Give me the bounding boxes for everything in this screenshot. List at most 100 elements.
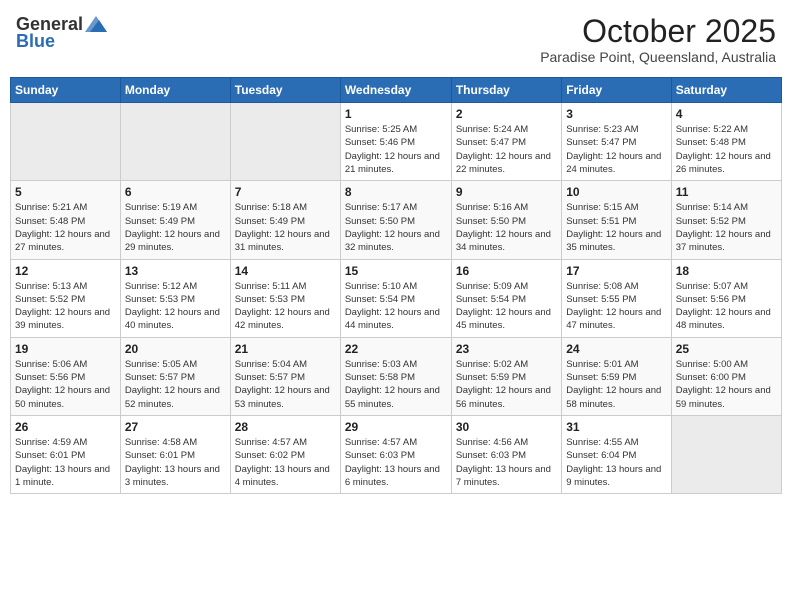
day-content: Sunrise: 5:00 AMSunset: 6:00 PMDaylight:… (676, 358, 777, 411)
day-number: 21 (235, 342, 336, 356)
day-header-monday: Monday (120, 78, 230, 103)
day-number: 6 (125, 185, 226, 199)
day-number: 7 (235, 185, 336, 199)
calendar-week-row: 12 Sunrise: 5:13 AMSunset: 5:52 PMDayligh… (11, 259, 782, 337)
calendar-cell: 20 Sunrise: 5:05 AMSunset: 5:57 PMDayligh… (120, 337, 230, 415)
calendar-cell (230, 103, 340, 181)
day-content: Sunrise: 5:04 AMSunset: 5:57 PMDaylight:… (235, 358, 336, 411)
day-content: Sunrise: 5:07 AMSunset: 5:56 PMDaylight:… (676, 280, 777, 333)
day-number: 28 (235, 420, 336, 434)
day-content: Sunrise: 5:08 AMSunset: 5:55 PMDaylight:… (566, 280, 666, 333)
calendar-cell (120, 103, 230, 181)
calendar-table: SundayMondayTuesdayWednesdayThursdayFrid… (10, 77, 782, 494)
calendar-cell: 15Sunrise: 5:10 AMSunset: 5:54 PMDayligh… (340, 259, 451, 337)
day-number: 30 (456, 420, 557, 434)
calendar-cell: 31 Sunrise: 4:55 AMSunset: 6:04 PMDayligh… (562, 415, 671, 493)
calendar-cell: 27 Sunrise: 4:58 AMSunset: 6:01 PMDayligh… (120, 415, 230, 493)
calendar-cell: 17 Sunrise: 5:08 AMSunset: 5:55 PMDayligh… (562, 259, 671, 337)
day-content: Sunrise: 5:06 AMSunset: 5:56 PMDaylight:… (15, 358, 116, 411)
day-content: Sunrise: 5:01 AMSunset: 5:59 PMDaylight:… (566, 358, 666, 411)
calendar-cell: 21 Sunrise: 5:04 AMSunset: 5:57 PMDayligh… (230, 337, 340, 415)
day-header-friday: Friday (562, 78, 671, 103)
day-content: Sunrise: 4:57 AMSunset: 6:03 PMDaylight:… (345, 436, 447, 489)
day-number: 25 (676, 342, 777, 356)
calendar-cell: 22Sunrise: 5:03 AMSunset: 5:58 PMDayligh… (340, 337, 451, 415)
day-content: Sunrise: 4:58 AMSunset: 6:01 PMDaylight:… (125, 436, 226, 489)
calendar-cell: 19 Sunrise: 5:06 AMSunset: 5:56 PMDayligh… (11, 337, 121, 415)
calendar-cell (11, 103, 121, 181)
day-number: 13 (125, 264, 226, 278)
day-content: Sunrise: 5:25 AMSunset: 5:46 PMDaylight:… (345, 123, 447, 176)
calendar-week-row: 26 Sunrise: 4:59 AMSunset: 6:01 PMDayligh… (11, 415, 782, 493)
day-number: 24 (566, 342, 666, 356)
calendar-cell: 7Sunrise: 5:18 AMSunset: 5:49 PMDaylight… (230, 181, 340, 259)
day-content: Sunrise: 5:10 AMSunset: 5:54 PMDaylight:… (345, 280, 447, 333)
calendar-cell: 12 Sunrise: 5:13 AMSunset: 5:52 PMDayligh… (11, 259, 121, 337)
day-content: Sunrise: 5:22 AMSunset: 5:48 PMDaylight:… (676, 123, 777, 176)
calendar-cell: 24 Sunrise: 5:01 AMSunset: 5:59 PMDayligh… (562, 337, 671, 415)
page-header: General Blue October 2025 Paradise Point… (10, 10, 782, 69)
day-number: 16 (456, 264, 557, 278)
day-number: 17 (566, 264, 666, 278)
day-content: Sunrise: 5:16 AMSunset: 5:50 PMDaylight:… (456, 201, 557, 254)
day-number: 18 (676, 264, 777, 278)
calendar-week-row: 19 Sunrise: 5:06 AMSunset: 5:56 PMDayligh… (11, 337, 782, 415)
title-block: October 2025 Paradise Point, Queensland,… (540, 14, 776, 65)
day-content: Sunrise: 5:05 AMSunset: 5:57 PMDaylight:… (125, 358, 226, 411)
day-content: Sunrise: 4:55 AMSunset: 6:04 PMDaylight:… (566, 436, 666, 489)
day-number: 8 (345, 185, 447, 199)
day-number: 20 (125, 342, 226, 356)
day-number: 4 (676, 107, 777, 121)
day-number: 3 (566, 107, 666, 121)
calendar-cell: 23 Sunrise: 5:02 AMSunset: 5:59 PMDayligh… (451, 337, 561, 415)
day-content: Sunrise: 5:14 AMSunset: 5:52 PMDaylight:… (676, 201, 777, 254)
day-number: 29 (345, 420, 447, 434)
calendar-cell: 9Sunrise: 5:16 AMSunset: 5:50 PMDaylight… (451, 181, 561, 259)
calendar-cell: 10Sunrise: 5:15 AMSunset: 5:51 PMDayligh… (562, 181, 671, 259)
calendar-cell: 4 Sunrise: 5:22 AMSunset: 5:48 PMDaylight… (671, 103, 781, 181)
day-content: Sunrise: 5:13 AMSunset: 5:52 PMDaylight:… (15, 280, 116, 333)
calendar-cell: 14Sunrise: 5:11 AMSunset: 5:53 PMDayligh… (230, 259, 340, 337)
day-number: 1 (345, 107, 447, 121)
day-number: 31 (566, 420, 666, 434)
day-header-tuesday: Tuesday (230, 78, 340, 103)
day-number: 26 (15, 420, 116, 434)
calendar-cell: 1 Sunrise: 5:25 AMSunset: 5:46 PMDaylight… (340, 103, 451, 181)
calendar-header-row: SundayMondayTuesdayWednesdayThursdayFrid… (11, 78, 782, 103)
calendar-cell: 6 Sunrise: 5:19 AMSunset: 5:49 PMDaylight… (120, 181, 230, 259)
day-content: Sunrise: 5:12 AMSunset: 5:53 PMDaylight:… (125, 280, 226, 333)
day-content: Sunrise: 5:15 AMSunset: 5:51 PMDaylight:… (566, 201, 666, 254)
calendar-cell: 25 Sunrise: 5:00 AMSunset: 6:00 PMDayligh… (671, 337, 781, 415)
calendar-cell: 8Sunrise: 5:17 AMSunset: 5:50 PMDaylight… (340, 181, 451, 259)
calendar-week-row: 1 Sunrise: 5:25 AMSunset: 5:46 PMDaylight… (11, 103, 782, 181)
day-number: 11 (676, 185, 777, 199)
day-number: 5 (15, 185, 116, 199)
day-number: 12 (15, 264, 116, 278)
logo-icon (85, 16, 107, 32)
day-number: 23 (456, 342, 557, 356)
day-content: Sunrise: 5:21 AMSunset: 5:48 PMDaylight:… (15, 201, 116, 254)
calendar-week-row: 5 Sunrise: 5:21 AMSunset: 5:48 PMDaylight… (11, 181, 782, 259)
day-number: 27 (125, 420, 226, 434)
day-content: Sunrise: 4:59 AMSunset: 6:01 PMDaylight:… (15, 436, 116, 489)
calendar-cell: 2Sunrise: 5:24 AMSunset: 5:47 PMDaylight… (451, 103, 561, 181)
day-number: 19 (15, 342, 116, 356)
calendar-cell: 16 Sunrise: 5:09 AMSunset: 5:54 PMDayligh… (451, 259, 561, 337)
calendar-cell: 3 Sunrise: 5:23 AMSunset: 5:47 PMDaylight… (562, 103, 671, 181)
calendar-cell: 5 Sunrise: 5:21 AMSunset: 5:48 PMDaylight… (11, 181, 121, 259)
calendar-cell: 13 Sunrise: 5:12 AMSunset: 5:53 PMDayligh… (120, 259, 230, 337)
location: Paradise Point, Queensland, Australia (540, 49, 776, 65)
calendar-cell (671, 415, 781, 493)
day-content: Sunrise: 5:09 AMSunset: 5:54 PMDaylight:… (456, 280, 557, 333)
calendar-cell: 26 Sunrise: 4:59 AMSunset: 6:01 PMDayligh… (11, 415, 121, 493)
day-content: Sunrise: 5:03 AMSunset: 5:58 PMDaylight:… (345, 358, 447, 411)
day-number: 2 (456, 107, 557, 121)
day-header-saturday: Saturday (671, 78, 781, 103)
day-content: Sunrise: 5:23 AMSunset: 5:47 PMDaylight:… (566, 123, 666, 176)
day-content: Sunrise: 4:56 AMSunset: 6:03 PMDaylight:… (456, 436, 557, 489)
logo: General Blue (16, 14, 107, 52)
day-content: Sunrise: 5:02 AMSunset: 5:59 PMDaylight:… (456, 358, 557, 411)
day-content: Sunrise: 5:19 AMSunset: 5:49 PMDaylight:… (125, 201, 226, 254)
calendar-cell: 11 Sunrise: 5:14 AMSunset: 5:52 PMDayligh… (671, 181, 781, 259)
day-header-thursday: Thursday (451, 78, 561, 103)
